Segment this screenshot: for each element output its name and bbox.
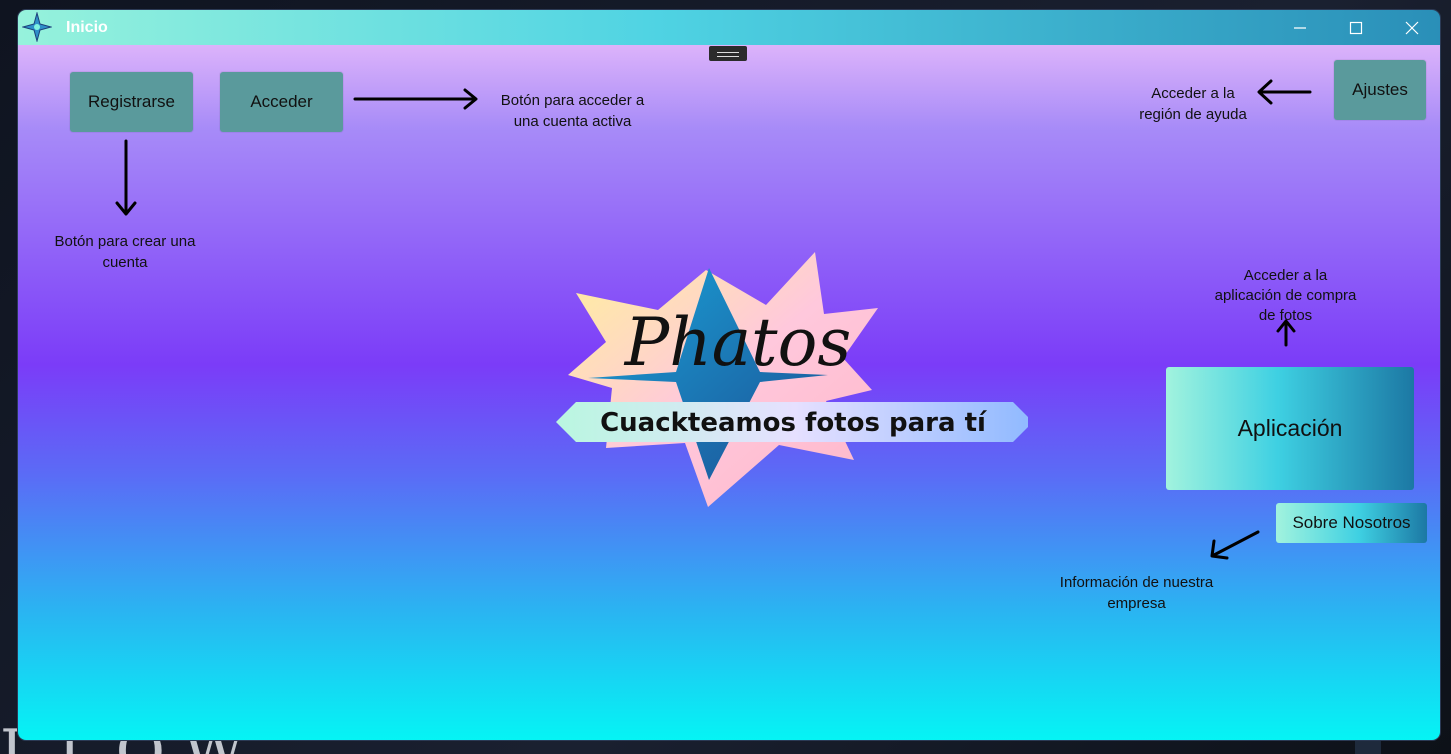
phatos-logo: Phatos Cuackteamos fotos para tí <box>556 252 1028 507</box>
close-icon <box>1405 21 1419 34</box>
register-note: Botón para crear una cuenta <box>54 233 196 271</box>
maximize-icon <box>1349 21 1363 34</box>
arrow-right-icon <box>353 88 478 110</box>
maximize-button[interactable] <box>1328 10 1384 45</box>
app-window: Inicio Registrarse Acceder Ajustes Botón… <box>18 10 1440 740</box>
minimize-button[interactable] <box>1272 10 1328 45</box>
about-us-button[interactable]: Sobre Nosotros <box>1276 503 1427 543</box>
logo-name: Phatos <box>624 304 851 381</box>
title-bar[interactable]: Inicio <box>18 10 1440 45</box>
drag-handle[interactable] <box>709 46 747 61</box>
desktop-corner-icon <box>1355 740 1381 754</box>
settings-button[interactable]: Ajustes <box>1334 60 1426 120</box>
login-note: Botón para acceder a una cuenta activa <box>500 92 645 130</box>
app-star-icon <box>22 12 52 42</box>
login-button[interactable]: Acceder <box>220 72 343 132</box>
arrow-down-icon <box>115 139 137 216</box>
window-title: Inicio <box>66 19 108 36</box>
application-note: Acceder a la aplicación de compra de fot… <box>1214 267 1357 324</box>
arrow-left-icon <box>1257 79 1312 105</box>
logo-slogan: Cuackteamos fotos para tí <box>600 408 988 438</box>
arrow-down-left-icon <box>1210 530 1260 560</box>
register-button[interactable]: Registrarse <box>70 72 193 132</box>
application-button[interactable]: Aplicación <box>1166 367 1414 490</box>
about-note: Información de nuestra empresa <box>1059 574 1214 612</box>
close-button[interactable] <box>1384 10 1440 45</box>
minimize-icon <box>1294 26 1306 29</box>
settings-note: Acceder a la región de ayuda <box>1139 85 1247 123</box>
main-content: Registrarse Acceder Ajustes Botón para a… <box>18 45 1440 740</box>
